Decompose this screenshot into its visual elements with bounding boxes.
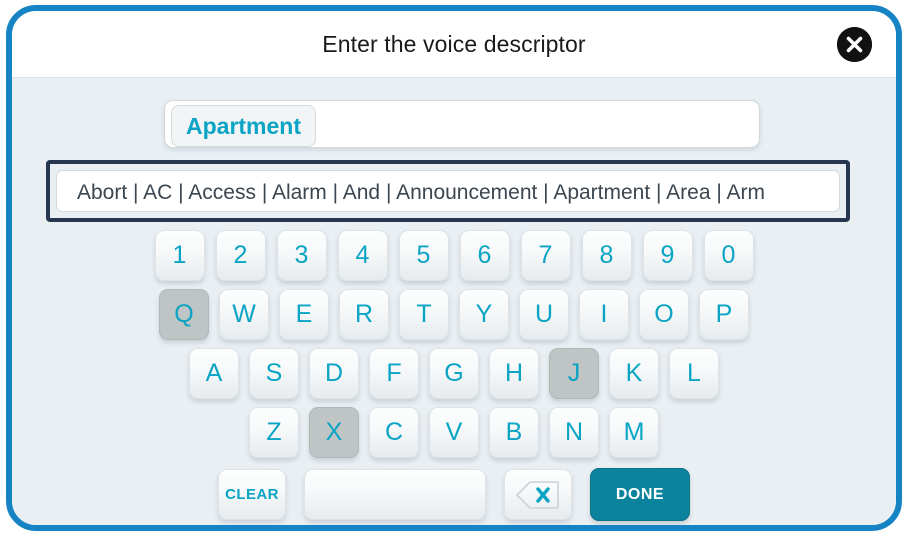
key-5[interactable]: 5: [398, 230, 449, 281]
dialog-body: Apartment Abort | AC | Access | Alarm | …: [12, 78, 896, 525]
key-d[interactable]: D: [309, 348, 359, 399]
key-l[interactable]: L: [669, 348, 719, 399]
key-e[interactable]: E: [279, 289, 329, 340]
key-q[interactable]: Q: [159, 289, 209, 340]
key-7[interactable]: 7: [520, 230, 571, 281]
key-p[interactable]: P: [699, 289, 749, 340]
voice-descriptor-input[interactable]: Apartment: [164, 100, 760, 148]
done-button[interactable]: DONE: [590, 468, 690, 521]
key-y[interactable]: Y: [459, 289, 509, 340]
keyboard-row-actions: CLEAR DONE: [12, 468, 896, 521]
key-k[interactable]: K: [609, 348, 659, 399]
space-button[interactable]: [304, 469, 486, 520]
key-1[interactable]: 1: [154, 230, 205, 281]
key-r[interactable]: R: [339, 289, 389, 340]
key-u[interactable]: U: [519, 289, 569, 340]
key-g[interactable]: G: [429, 348, 479, 399]
clear-button[interactable]: CLEAR: [218, 469, 286, 520]
key-4[interactable]: 4: [337, 230, 388, 281]
key-x[interactable]: X: [309, 407, 359, 458]
key-i[interactable]: I: [579, 289, 629, 340]
keyboard-row-qwerty: Q W E R T Y U I O P: [12, 289, 896, 340]
backspace-button[interactable]: [504, 469, 572, 520]
key-9[interactable]: 9: [642, 230, 693, 281]
keyboard-row-asdf: A S D F G H J K L: [12, 348, 896, 399]
on-screen-keyboard: 1 2 3 4 5 6 7 8 9 0 Q W E R T Y U I O P …: [12, 230, 896, 525]
key-h[interactable]: H: [489, 348, 539, 399]
key-0[interactable]: 0: [703, 230, 754, 281]
key-a[interactable]: A: [189, 348, 239, 399]
suggestion-list[interactable]: Abort | AC | Access | Alarm | And | Anno…: [56, 170, 840, 212]
keyboard-row-numbers: 1 2 3 4 5 6 7 8 9 0: [12, 230, 896, 281]
suggestion-bar-outline: Abort | AC | Access | Alarm | And | Anno…: [46, 160, 850, 222]
entry-value-chip[interactable]: Apartment: [171, 105, 317, 147]
key-c[interactable]: C: [369, 407, 419, 458]
key-m[interactable]: M: [609, 407, 659, 458]
key-6[interactable]: 6: [459, 230, 510, 281]
key-2[interactable]: 2: [215, 230, 266, 281]
dialog-title-bar: Enter the voice descriptor: [12, 11, 896, 78]
key-f[interactable]: F: [369, 348, 419, 399]
key-n[interactable]: N: [549, 407, 599, 458]
key-v[interactable]: V: [429, 407, 479, 458]
key-8[interactable]: 8: [581, 230, 632, 281]
close-circle-icon[interactable]: [837, 27, 872, 62]
key-o[interactable]: O: [639, 289, 689, 340]
page-title: Enter the voice descriptor: [322, 31, 586, 57]
key-z[interactable]: Z: [249, 407, 299, 458]
keyboard-row-zxcv: Z X C V B N M: [12, 407, 896, 458]
key-j[interactable]: J: [549, 348, 599, 399]
key-s[interactable]: S: [249, 348, 299, 399]
key-b[interactable]: B: [489, 407, 539, 458]
key-t[interactable]: T: [399, 289, 449, 340]
key-3[interactable]: 3: [276, 230, 327, 281]
voice-descriptor-dialog: Enter the voice descriptor Apartment Abo…: [6, 5, 902, 531]
backspace-icon: [515, 480, 559, 509]
key-w[interactable]: W: [219, 289, 269, 340]
